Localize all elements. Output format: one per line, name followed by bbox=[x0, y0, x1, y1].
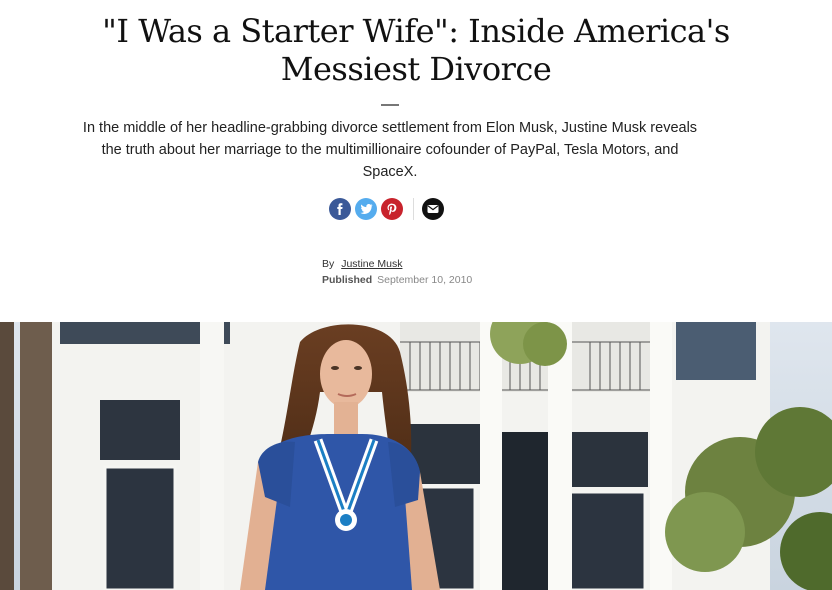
article-title: "I Was a Starter Wife": Inside America's… bbox=[102, 12, 730, 88]
published-line: Published September 10, 2010 bbox=[322, 272, 472, 288]
share-divider bbox=[413, 198, 414, 220]
article-dek: In the middle of her headline-grabbing d… bbox=[82, 120, 698, 180]
facebook-share-button[interactable] bbox=[329, 198, 351, 220]
author-link[interactable]: Justine Musk bbox=[341, 258, 402, 270]
pinterest-share-button[interactable] bbox=[381, 198, 403, 220]
byline: By Justine Musk Published September 10, … bbox=[322, 256, 472, 288]
share-bar bbox=[329, 197, 448, 221]
facebook-icon bbox=[337, 203, 343, 215]
twitter-share-button[interactable] bbox=[355, 198, 377, 220]
hero-image bbox=[0, 322, 832, 590]
pinterest-icon bbox=[387, 203, 397, 215]
woman-in-blue-dress-photo bbox=[0, 322, 832, 590]
email-share-button[interactable] bbox=[422, 198, 444, 220]
published-label: Published bbox=[322, 274, 373, 286]
by-label: By bbox=[322, 258, 335, 270]
title-divider bbox=[381, 104, 399, 106]
email-icon bbox=[427, 205, 439, 213]
publish-date: September 10, 2010 bbox=[377, 274, 473, 286]
twitter-icon bbox=[360, 204, 372, 214]
author-line: By Justine Musk bbox=[322, 256, 472, 272]
